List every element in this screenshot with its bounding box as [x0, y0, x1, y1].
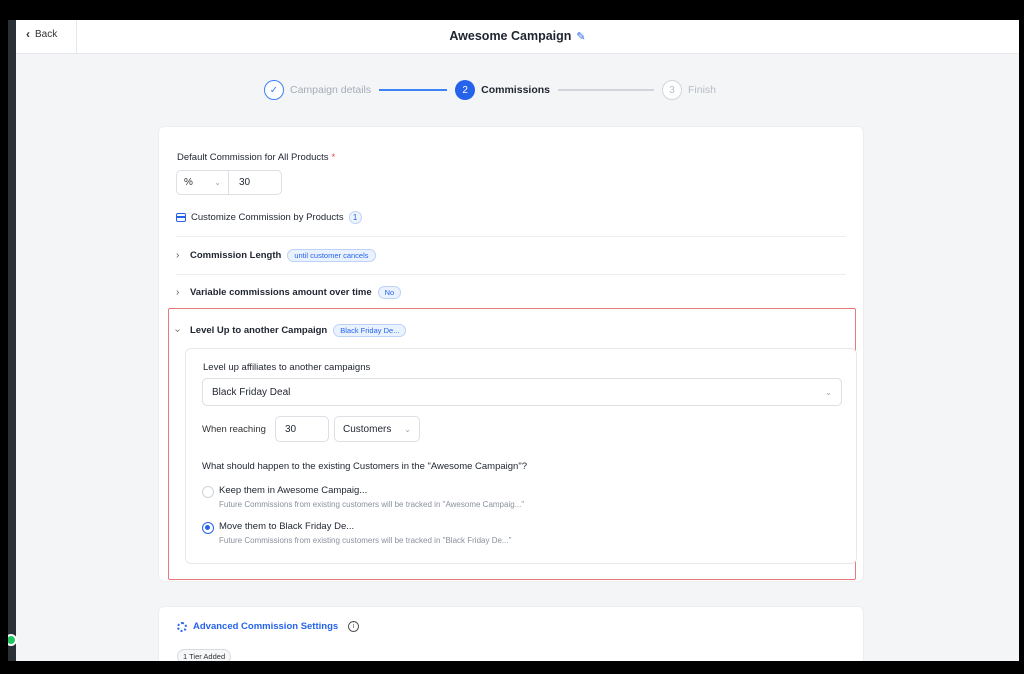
keep-option-title: Keep them in Awesome Campaig... [219, 485, 368, 496]
step-3-number[interactable]: 3 [662, 80, 682, 100]
target-campaign-label: Level up affiliates to another campaigns [203, 362, 371, 373]
variable-commissions-toggle[interactable]: › Variable commissions amount over time … [176, 286, 402, 299]
when-reaching-label: When reaching [202, 424, 266, 435]
progress-stepper: ✓ Campaign details 2 Commissions 3 Finis… [264, 78, 716, 102]
advanced-settings-link[interactable]: Advanced Commission Settings i [177, 621, 360, 632]
info-icon[interactable]: i [348, 621, 360, 632]
step-1-check-icon[interactable]: ✓ [264, 80, 284, 100]
step-1-label[interactable]: Campaign details [290, 84, 371, 96]
commission-length-label: Commission Length [190, 250, 282, 261]
commission-value-field[interactable]: 30 [229, 171, 281, 194]
chevron-down-icon: ⌄ [825, 387, 832, 397]
level-up-badge: Black Friday De... [333, 324, 407, 337]
page-title: Awesome Campaign [449, 29, 572, 43]
advanced-settings-label: Advanced Commission Settings [193, 621, 339, 632]
existing-customers-question: What should happen to the existing Custo… [202, 461, 527, 472]
divider [176, 236, 846, 237]
product-grid-icon [176, 213, 186, 222]
level-up-label: Level Up to another Campaign [190, 325, 328, 336]
chevron-down-icon: ⌄ [404, 424, 411, 434]
move-option-description: Future Commissions from existing custome… [219, 536, 512, 545]
customize-by-products-link[interactable]: Customize Commission by Products 1 [176, 211, 362, 224]
default-commission-label-text: Default Commission for All Products [177, 152, 329, 163]
customize-count-badge: 1 [348, 211, 362, 224]
keep-option-description: Future Commissions from existing custome… [219, 500, 525, 509]
step-connector-2 [558, 89, 654, 91]
step-3-label[interactable]: Finish [688, 84, 716, 96]
move-radio[interactable] [202, 522, 214, 534]
chevron-down-icon: › [172, 328, 184, 333]
advanced-settings-card: Advanced Commission Settings i 1 Tier Ad… [158, 606, 864, 661]
divider [176, 274, 846, 275]
commission-length-badge: until customer cancels [287, 249, 376, 262]
variable-commissions-badge: No [377, 286, 402, 299]
keep-radio[interactable] [202, 486, 214, 498]
variable-commissions-label: Variable commissions amount over time [190, 287, 372, 298]
commissions-card: Default Commission for All Products * % ⌄… [158, 126, 864, 582]
target-campaign-select[interactable]: Black Friday Deal ⌄ [202, 378, 842, 406]
default-commission-input: % ⌄ 30 [176, 170, 282, 195]
default-commission-label: Default Commission for All Products * [177, 152, 335, 163]
chevron-right-icon: › [176, 250, 180, 261]
left-edge-strip [8, 20, 16, 661]
reaching-unit-select[interactable]: Customers ⌄ [334, 416, 420, 442]
chevron-right-icon: › [176, 287, 180, 298]
tier-count-badge: 1 Tier Added [177, 649, 232, 661]
step-2-label[interactable]: Commissions [481, 84, 550, 96]
customize-label: Customize Commission by Products [191, 212, 344, 223]
app-window: ‹ Back Awesome Campaign ✎ ✓ Campaign deta… [8, 20, 1019, 661]
step-connector-1 [379, 89, 448, 91]
level-up-panel: Level up affiliates to another campaigns… [185, 348, 857, 564]
edit-pencil-icon[interactable]: ✎ [576, 30, 585, 43]
commission-length-toggle[interactable]: › Commission Length until customer cance… [176, 249, 376, 262]
level-up-toggle[interactable]: › Level Up to another Campaign Black Fri… [172, 324, 407, 337]
required-mark: * [331, 152, 336, 163]
page-title-wrap: Awesome Campaign ✎ [16, 29, 1019, 43]
reaching-unit-value: Customers [343, 423, 392, 435]
top-bar: ‹ Back Awesome Campaign ✎ [16, 20, 1019, 54]
reaching-value-input[interactable]: 30 [275, 416, 329, 442]
gear-icon [177, 621, 187, 632]
target-campaign-value: Black Friday Deal [212, 386, 291, 398]
commission-unit-value: % [184, 177, 193, 188]
move-option-title: Move them to Black Friday De... [219, 521, 355, 532]
step-2-number[interactable]: 2 [455, 80, 476, 100]
chevron-down-icon: ⌄ [214, 178, 221, 187]
commission-unit-select[interactable]: % ⌄ [177, 171, 229, 194]
